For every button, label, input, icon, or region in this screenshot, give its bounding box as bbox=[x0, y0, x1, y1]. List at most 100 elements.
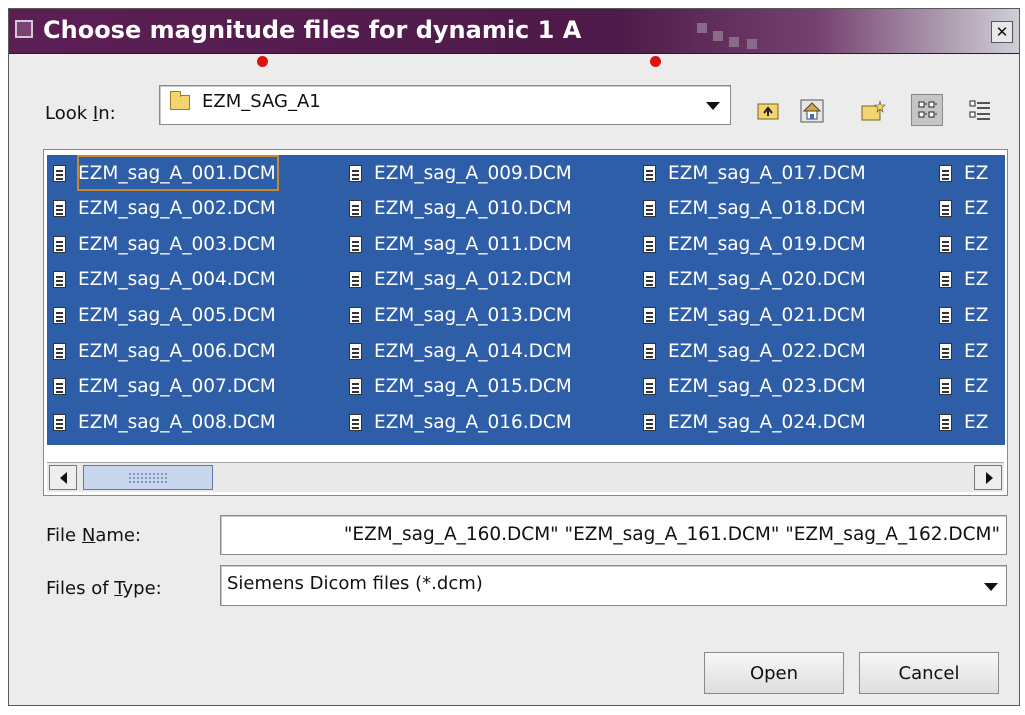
file-name-text: EZM_sag_A_007.DCM bbox=[78, 376, 276, 398]
file-icon bbox=[643, 378, 656, 396]
file-name-text: EZM_sag_A_021.DCM bbox=[668, 304, 866, 326]
marker-dot bbox=[257, 56, 268, 67]
home-icon bbox=[800, 99, 824, 123]
look-in-combo[interactable]: EZM_SAG_A1 bbox=[159, 85, 731, 125]
file-item[interactable]: EZM_sag_A_010.DCM bbox=[343, 191, 574, 227]
file-item[interactable]: EZ bbox=[933, 262, 990, 298]
file-item[interactable]: EZ bbox=[933, 226, 990, 262]
file-icon bbox=[643, 306, 656, 324]
file-item[interactable]: EZM_sag_A_016.DCM bbox=[343, 404, 574, 440]
file-icon bbox=[53, 306, 66, 324]
file-icon bbox=[939, 306, 952, 324]
file-item[interactable]: EZM_sag_A_013.DCM bbox=[343, 297, 574, 333]
titlebar-pattern-icon bbox=[713, 31, 723, 41]
file-item[interactable]: EZM_sag_A_023.DCM bbox=[637, 369, 868, 405]
file-icon bbox=[53, 235, 66, 253]
file-item[interactable]: EZM_sag_A_017.DCM bbox=[637, 155, 868, 191]
file-item[interactable]: EZM_sag_A_007.DCM bbox=[47, 369, 278, 405]
file-item[interactable]: EZM_sag_A_014.DCM bbox=[343, 333, 574, 369]
file-icon bbox=[53, 413, 66, 431]
file-grid: EZM_sag_A_001.DCM EZM_sag_A_002.DCM EZM_sa… bbox=[47, 155, 1005, 445]
chevron-down-icon bbox=[984, 583, 998, 591]
file-item[interactable]: EZM_sag_A_003.DCM bbox=[47, 226, 278, 262]
scroll-right-button[interactable] bbox=[974, 465, 1002, 490]
close-icon: ✕ bbox=[995, 23, 1009, 41]
file-name-text: EZM_sag_A_013.DCM bbox=[374, 304, 572, 326]
file-item[interactable]: EZM_sag_A_021.DCM bbox=[637, 297, 868, 333]
file-item[interactable]: EZ bbox=[933, 369, 990, 405]
scrollbar-thumb[interactable] bbox=[83, 465, 213, 490]
chevron-down-icon bbox=[706, 102, 720, 110]
scrollbar-grip-icon bbox=[128, 472, 168, 483]
details-view-button[interactable] bbox=[963, 94, 995, 126]
file-name-label: File Name: bbox=[46, 525, 142, 546]
file-name-text: EZM_sag_A_009.DCM bbox=[374, 162, 572, 184]
file-item[interactable]: EZM_sag_A_018.DCM bbox=[637, 191, 868, 227]
file-item[interactable]: EZM_sag_A_024.DCM bbox=[637, 404, 868, 440]
open-button[interactable]: Open bbox=[704, 652, 844, 694]
file-icon bbox=[939, 164, 952, 182]
file-item[interactable]: EZM_sag_A_019.DCM bbox=[637, 226, 868, 262]
file-type-label: Files of Type: bbox=[46, 578, 162, 599]
file-icon bbox=[53, 378, 66, 396]
file-item[interactable]: EZM_sag_A_006.DCM bbox=[47, 333, 278, 369]
file-icon bbox=[643, 342, 656, 360]
file-item[interactable]: EZM_sag_A_001.DCM bbox=[47, 155, 279, 191]
arrow-left-icon bbox=[60, 472, 67, 484]
file-icon bbox=[939, 271, 952, 289]
file-name-text: EZM_sag_A_010.DCM bbox=[374, 198, 572, 220]
file-type-select[interactable]: Siemens Dicom files (*.dcm) bbox=[220, 565, 1007, 606]
file-icon bbox=[349, 164, 362, 182]
file-name-text: EZ bbox=[964, 233, 989, 255]
file-icon bbox=[349, 413, 362, 431]
file-item[interactable]: EZM_sag_A_004.DCM bbox=[47, 262, 278, 298]
file-name-text: EZ bbox=[964, 304, 989, 326]
file-icon bbox=[349, 378, 362, 396]
file-icon bbox=[643, 235, 656, 253]
file-item[interactable]: EZ bbox=[933, 404, 990, 440]
cancel-button[interactable]: Cancel bbox=[859, 652, 999, 694]
home-button[interactable] bbox=[795, 94, 827, 126]
file-name-text: EZM_sag_A_003.DCM bbox=[78, 233, 276, 255]
file-name-input[interactable]: "EZM_sag_A_160.DCM" "EZM_sag_A_161.DCM" … bbox=[220, 515, 1007, 555]
look-in-value: EZM_SAG_A1 bbox=[202, 91, 321, 112]
file-item[interactable]: EZM_sag_A_005.DCM bbox=[47, 297, 278, 333]
file-name-text: EZM_sag_A_017.DCM bbox=[668, 162, 866, 184]
file-name-text: EZ bbox=[964, 376, 989, 398]
file-list[interactable]: EZM_sag_A_001.DCM EZM_sag_A_002.DCM EZM_sa… bbox=[43, 149, 1008, 496]
new-folder-button[interactable] bbox=[855, 94, 887, 126]
file-icon bbox=[939, 413, 952, 431]
window-menu-icon[interactable] bbox=[15, 20, 33, 38]
file-name-text: EZM_sag_A_011.DCM bbox=[374, 233, 572, 255]
file-name-text: EZ bbox=[964, 162, 989, 184]
file-item[interactable]: EZM_sag_A_020.DCM bbox=[637, 262, 868, 298]
file-item[interactable]: EZM_sag_A_009.DCM bbox=[343, 155, 574, 191]
file-item[interactable]: EZM_sag_A_008.DCM bbox=[47, 404, 278, 440]
file-item[interactable]: EZM_sag_A_022.DCM bbox=[637, 333, 868, 369]
list-view-button[interactable] bbox=[911, 94, 943, 126]
file-item[interactable]: EZ bbox=[933, 297, 990, 333]
file-item[interactable]: EZ bbox=[933, 155, 990, 191]
file-item[interactable]: EZM_sag_A_002.DCM bbox=[47, 191, 278, 227]
file-item[interactable]: EZM_sag_A_015.DCM bbox=[343, 369, 574, 405]
file-icon bbox=[53, 164, 66, 182]
file-name-text: EZM_sag_A_023.DCM bbox=[668, 376, 866, 398]
file-icon bbox=[349, 235, 362, 253]
file-item[interactable]: EZ bbox=[933, 333, 990, 369]
up-folder-button[interactable] bbox=[751, 94, 783, 126]
file-icon bbox=[349, 306, 362, 324]
file-item[interactable]: EZM_sag_A_012.DCM bbox=[343, 262, 574, 298]
file-icon bbox=[53, 200, 66, 218]
file-item[interactable]: EZM_sag_A_011.DCM bbox=[343, 226, 574, 262]
title-bar[interactable]: Choose magnitude files for dynamic 1 A ✕ bbox=[9, 9, 1019, 54]
close-button[interactable]: ✕ bbox=[991, 21, 1013, 43]
list-view-icon bbox=[918, 101, 937, 118]
details-view-icon bbox=[969, 100, 990, 120]
titlebar-pattern-icon bbox=[729, 37, 739, 47]
file-name-text: EZM_sag_A_024.DCM bbox=[668, 411, 866, 433]
horizontal-scrollbar[interactable] bbox=[47, 462, 1004, 492]
file-name-text: EZM_sag_A_020.DCM bbox=[668, 269, 866, 291]
scroll-left-button[interactable] bbox=[49, 465, 77, 490]
file-item[interactable]: EZ bbox=[933, 191, 990, 227]
file-icon bbox=[939, 235, 952, 253]
